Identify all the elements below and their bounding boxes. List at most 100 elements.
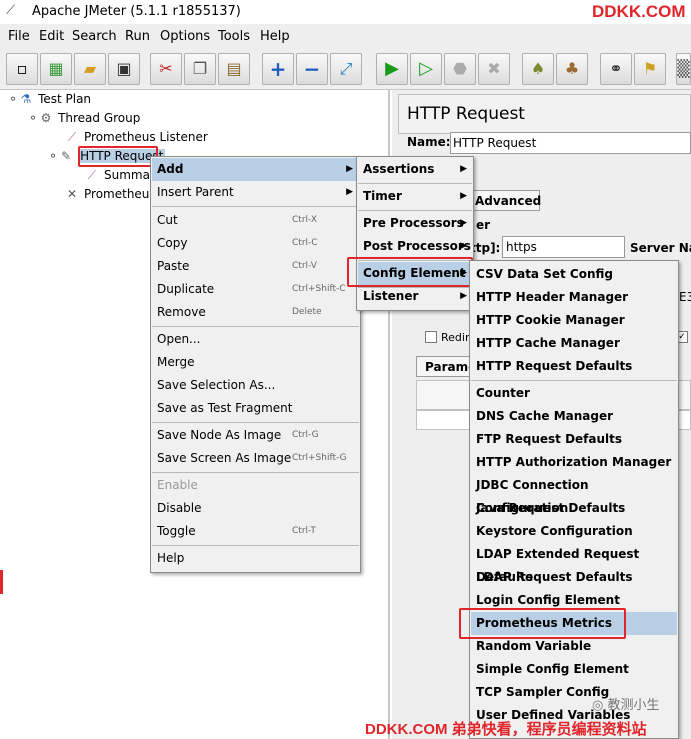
menu-item-duplicate[interactable]: Duplicate Ctrl+Shift-C xyxy=(152,278,359,301)
menu-item-help[interactable]: Help xyxy=(152,547,359,570)
menu-item-ldap-request-defaults[interactable]: LDAP Request Defaults xyxy=(471,566,677,589)
menu-search[interactable]: Search xyxy=(72,29,117,44)
menu-item-ftp-request-defaults[interactable]: FTP Request Defaults xyxy=(471,428,677,451)
jmeter-feather-icon: ⟋ xyxy=(6,3,16,18)
menu-item-disable[interactable]: Disable xyxy=(152,497,359,520)
menu-item-insert-parent[interactable]: Insert Parent ▶ xyxy=(152,181,359,204)
copy-icon[interactable]: ❐ xyxy=(184,53,216,85)
menu-item-post-processors[interactable]: Post Processors ▶ xyxy=(358,235,472,258)
menu-item-label: Cut xyxy=(157,213,178,227)
collapse-icon[interactable]: − xyxy=(296,53,328,85)
menu-item-ldap-extended-defaults[interactable]: LDAP Extended Request Defaults xyxy=(471,543,677,584)
menu-item-label: Save Selection As... xyxy=(157,378,276,392)
menu-item-label: Help xyxy=(157,551,185,565)
menu-run[interactable]: Run xyxy=(125,29,150,44)
clear-all-icon[interactable]: ♣ xyxy=(556,53,588,85)
menu-item-http-authorization-manager[interactable]: HTTP Authorization Manager xyxy=(471,451,677,474)
shutdown-icon[interactable]: ✖ xyxy=(478,53,510,85)
menu-item-label: Pre Processors xyxy=(363,216,464,230)
tab-parameters[interactable]: Parame xyxy=(416,356,476,377)
menu-item-java-request-defaults[interactable]: Java Request Defaults xyxy=(471,497,677,520)
menu-item-save-selection[interactable]: Save Selection As... xyxy=(152,374,359,397)
toggle-icon[interactable]: ⤢ xyxy=(330,53,362,85)
start-icon[interactable]: ▶ xyxy=(376,53,408,85)
redirect-checkbox[interactable] xyxy=(425,331,437,343)
window-title: Apache JMeter (5.1.1 r1855137) xyxy=(32,4,241,19)
chart-icon: ⟋ xyxy=(87,168,97,182)
tree-node-prometheus-config[interactable]: ✕ Prometheu xyxy=(64,187,149,201)
menu-item-simple-config[interactable]: Simple Config Element xyxy=(471,658,677,681)
submenu-arrow-icon: ▶ xyxy=(460,291,467,301)
menu-edit[interactable]: Edit xyxy=(39,29,64,44)
menu-item-jdbc-connection[interactable]: JDBC Connection Configuration xyxy=(471,474,677,515)
menu-item-save-node-image[interactable]: Save Node As Image Ctrl-G xyxy=(152,424,359,447)
gear-icon: ⚙ xyxy=(40,111,52,125)
toolbar: ▫ ▦ ▰ ▣ ✂ ❐ ▤ + − ⤢ ▶ ▷ ⬣ ✖ ♠ ♣ ⚭ ⚑ ▒ xyxy=(0,48,691,90)
wrench-icon: ✕ xyxy=(66,187,78,201)
menu-item-label: Toggle xyxy=(157,524,196,538)
tree-node-prometheus-listener[interactable]: ⟋ Prometheus Listener xyxy=(64,130,208,145)
menu-item-cut[interactable]: Cut Ctrl-X xyxy=(152,209,359,232)
menu-item-save-test-fragment[interactable]: Save as Test Fragment xyxy=(152,397,359,420)
menu-item-add[interactable]: Add ▶ xyxy=(152,158,359,181)
menu-item-merge[interactable]: Merge xyxy=(152,351,359,374)
save-icon[interactable]: ▣ xyxy=(108,53,140,85)
templates-icon[interactable]: ▦ xyxy=(40,53,72,85)
menu-item-remove[interactable]: Remove Delete xyxy=(152,301,359,324)
open-icon[interactable]: ▰ xyxy=(74,53,106,85)
menu-item-label: Save Screen As Image xyxy=(157,451,292,465)
menu-item-save-screen-image[interactable]: Save Screen As Image Ctrl+Shift-G xyxy=(152,447,359,470)
reset-search-icon[interactable]: ⚑ xyxy=(634,53,666,85)
search-icon[interactable]: ⚭ xyxy=(600,53,632,85)
menu-item-toggle[interactable]: Toggle Ctrl-T xyxy=(152,520,359,543)
menu-item-assertions[interactable]: Assertions ▶ xyxy=(358,158,472,181)
submenu-arrow-icon: ▶ xyxy=(460,218,467,228)
menu-help[interactable]: Help xyxy=(260,29,290,44)
menu-item-keystore-configuration[interactable]: Keystore Configuration xyxy=(471,520,677,543)
server-name-label: Server Nar xyxy=(630,241,691,255)
protocol-field[interactable]: https xyxy=(502,236,625,258)
menu-item-label: HTTP Header Manager xyxy=(476,290,629,304)
menu-item-label: Random Variable xyxy=(476,639,592,653)
menu-item-pre-processors[interactable]: Pre Processors ▶ xyxy=(358,212,472,235)
menu-item-http-cache-manager[interactable]: HTTP Cache Manager xyxy=(471,332,677,355)
menu-item-label: Merge xyxy=(157,355,195,369)
chart-icon: ⟋ xyxy=(67,130,77,144)
clear-icon[interactable]: ♠ xyxy=(522,53,554,85)
tree-node-test-plan[interactable]: ⚬ ⚗ Test Plan xyxy=(8,92,91,106)
menu-item-label: Save Node As Image xyxy=(157,428,282,442)
menu-item-http-header-manager[interactable]: HTTP Header Manager xyxy=(471,286,677,309)
menu-item-listener[interactable]: Listener ▶ xyxy=(358,285,472,308)
shortcut-label: Ctrl-T xyxy=(292,526,316,536)
tree-node-summary[interactable]: ⟋ Summa xyxy=(84,168,150,183)
menu-item-open[interactable]: Open... xyxy=(152,328,359,351)
menu-item-http-request-defaults[interactable]: HTTP Request Defaults xyxy=(471,355,677,378)
menu-item-csv-data-set[interactable]: CSV Data Set Config xyxy=(471,263,677,286)
tree-node-thread-group[interactable]: ⚬ ⚙ Thread Group xyxy=(28,111,140,125)
menu-options[interactable]: Options xyxy=(160,29,210,44)
add-submenu: Assertions ▶ Timer ▶ Pre Processors ▶ Post … xyxy=(356,156,474,311)
name-field[interactable]: HTTP Request xyxy=(450,132,691,154)
menu-tools[interactable]: Tools xyxy=(218,29,250,44)
function-helper-icon[interactable]: ▒ xyxy=(676,53,691,85)
menu-item-copy[interactable]: Copy Ctrl-C xyxy=(152,232,359,255)
menu-item-counter[interactable]: Counter xyxy=(471,382,677,405)
menu-item-dns-cache-manager[interactable]: DNS Cache Manager xyxy=(471,405,677,428)
start-no-pause-icon[interactable]: ▷ xyxy=(410,53,442,85)
wechat-icon: ◎ xyxy=(592,698,608,713)
menu-item-paste[interactable]: Paste Ctrl-V xyxy=(152,255,359,278)
menu-item-timer[interactable]: Timer ▶ xyxy=(358,185,472,208)
stop-icon[interactable]: ⬣ xyxy=(444,53,476,85)
new-icon[interactable]: ▫ xyxy=(6,53,38,85)
submenu-arrow-icon: ▶ xyxy=(346,187,353,197)
expand-icon[interactable]: + xyxy=(262,53,294,85)
menu-file[interactable]: File xyxy=(8,29,30,44)
cut-icon[interactable]: ✂ xyxy=(150,53,182,85)
shortcut-label: Ctrl+Shift-C xyxy=(292,284,346,294)
shortcut-label: Ctrl-C xyxy=(292,238,318,248)
paste-icon[interactable]: ▤ xyxy=(218,53,250,85)
menu-item-label: Post Processors xyxy=(363,239,471,253)
menu-separator xyxy=(152,206,359,207)
menu-item-http-cookie-manager[interactable]: HTTP Cookie Manager xyxy=(471,309,677,332)
tab-advanced[interactable]: Advanced xyxy=(470,190,541,211)
